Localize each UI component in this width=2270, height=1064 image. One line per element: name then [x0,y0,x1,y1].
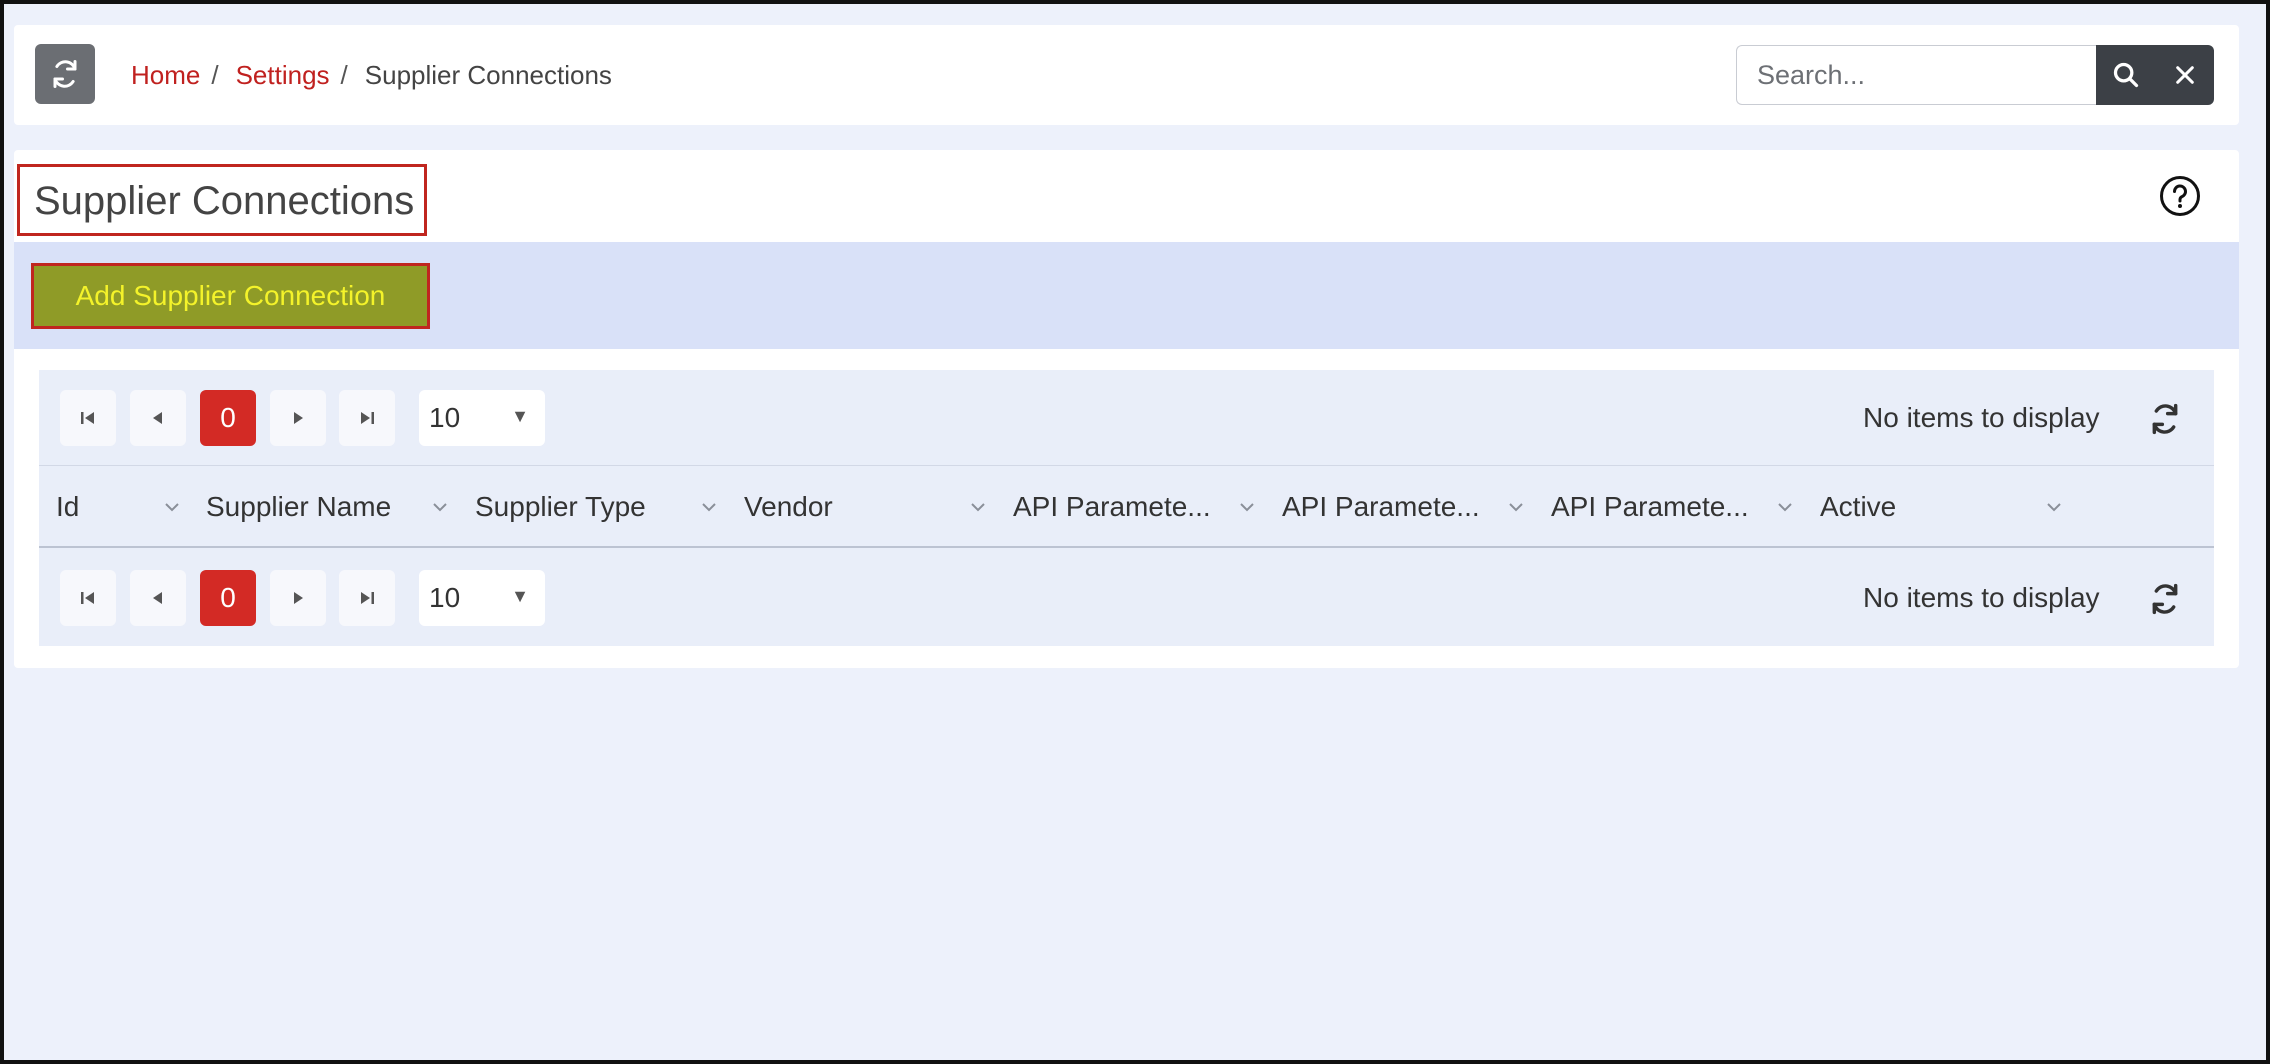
chevron-down-icon[interactable] [164,499,180,515]
column-header-api-parameter-3[interactable]: API Paramete... [1551,467,1813,547]
column-label: Active [1820,491,1897,522]
caret-down-icon: ▼ [511,586,529,606]
search-button[interactable] [2096,45,2155,105]
page-size-value: 10 [429,402,461,433]
column-header-id[interactable]: Id [56,467,196,547]
chevron-down-icon[interactable] [970,499,986,515]
clear-search-button[interactable] [2155,45,2214,105]
refresh-icon[interactable] [2149,583,2181,615]
column-label: API Paramete... [1013,491,1211,522]
column-label: API Paramete... [1551,491,1749,522]
chevron-down-icon[interactable] [1508,499,1524,515]
column-label: API Paramete... [1282,491,1480,522]
column-label: Vendor [744,491,833,522]
next-page-icon [294,592,303,604]
last-page-icon [361,412,374,424]
add-supplier-connection-button[interactable]: Add Supplier Connection [31,263,430,329]
search-icon [2113,62,2138,88]
refresh-icon [53,60,77,88]
prev-page-icon [153,592,162,604]
prev-page-button[interactable] [130,390,186,446]
pager-top: 0 10 ▼ No items to display [39,370,2214,466]
column-label: Id [56,491,80,522]
last-page-icon [361,592,374,604]
column-label: Supplier Type [475,491,646,522]
refresh-icon[interactable] [2149,403,2181,435]
chevron-down-icon[interactable] [2046,499,2062,515]
first-page-button[interactable] [60,570,116,626]
grid-header-row: Id Supplier Name Supplier Type Vendor AP… [39,467,2214,548]
breadcrumb-separator: / [211,59,219,90]
data-grid: 0 10 ▼ No items to display Id Supplier N… [39,370,2214,646]
prev-page-button[interactable] [130,570,186,626]
pager-status: No items to display [1863,582,2100,613]
current-page[interactable]: 0 [200,570,256,626]
breadcrumb-settings[interactable]: Settings [236,60,330,91]
first-page-button[interactable] [60,390,116,446]
search-input[interactable] [1736,45,2096,105]
breadcrumb-home[interactable]: Home [131,60,200,91]
page-size-select[interactable]: 10 ▼ [419,390,545,446]
column-header-api-parameter-1[interactable]: API Paramete... [1013,467,1275,547]
column-header-supplier-name[interactable]: Supplier Name [206,467,468,547]
search-box [1736,45,2214,105]
breadcrumb-current: Supplier Connections [364,59,612,90]
caret-down-icon: ▼ [511,406,529,426]
next-page-button[interactable] [270,390,326,446]
last-page-button[interactable] [339,570,395,626]
breadcrumb-separator: / [340,59,348,90]
column-header-api-parameter-2[interactable]: API Paramete... [1282,467,1544,547]
first-page-icon [81,592,94,604]
chevron-down-icon[interactable] [1239,499,1255,515]
close-icon [2175,66,2194,84]
page-size-select[interactable]: 10 ▼ [419,570,545,626]
page-title: Supplier Connections [17,164,428,236]
chevron-down-icon[interactable] [432,499,448,515]
column-header-supplier-type[interactable]: Supplier Type [475,467,737,547]
next-page-button[interactable] [270,570,326,626]
chevron-down-icon[interactable] [701,499,717,515]
content-card: Supplier Connections Add Supplier Connec… [14,150,2239,668]
next-page-icon [294,412,303,424]
current-page[interactable]: 0 [200,390,256,446]
refresh-button[interactable] [35,44,95,104]
pager-status: No items to display [1863,402,2100,433]
column-label: Supplier Name [206,491,392,522]
column-header-active[interactable]: Active [1820,467,2082,547]
first-page-icon [81,412,94,424]
toolbar: Add Supplier Connection [14,242,2239,349]
pager-bottom: 0 10 ▼ No items to display [39,550,2214,646]
column-header-vendor[interactable]: Vendor [744,467,1006,547]
page-size-value: 10 [429,582,461,613]
breadcrumb: Home / Settings / Supplier Connections [131,25,612,125]
prev-page-icon [153,412,162,424]
last-page-button[interactable] [339,390,395,446]
top-bar: Home / Settings / Supplier Connections [14,25,2239,125]
chevron-down-icon[interactable] [1777,499,1793,515]
help-icon[interactable] [2158,174,2202,218]
